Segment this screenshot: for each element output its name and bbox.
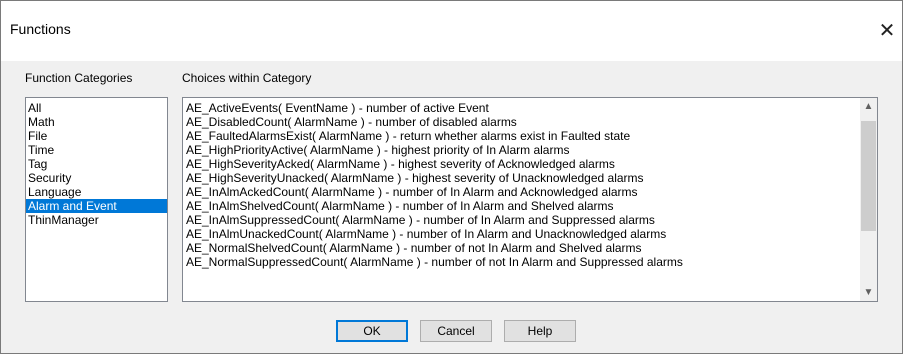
dialog-title: Functions [10, 21, 71, 37]
scrollbar-thumb[interactable] [861, 121, 876, 231]
choice-item[interactable]: AE_HighPriorityActive( AlarmName ) - hig… [186, 143, 857, 157]
category-item[interactable]: Alarm and Event [26, 199, 167, 213]
choice-item[interactable]: AE_HighSeverityUnacked( AlarmName ) - hi… [186, 171, 857, 185]
title-bar: Functions ✕ [1, 1, 902, 61]
vertical-scrollbar[interactable]: ▲ ▼ [860, 98, 877, 301]
choice-item[interactable]: AE_ActiveEvents( EventName ) - number of… [186, 101, 857, 115]
category-item[interactable]: Time [26, 143, 167, 157]
function-categories-label: Function Categories [25, 71, 133, 85]
choice-item[interactable]: AE_NormalShelvedCount( AlarmName ) - num… [186, 241, 857, 255]
choice-item[interactable]: AE_NormalSuppressedCount( AlarmName ) - … [186, 255, 857, 269]
choice-item[interactable]: AE_HighSeverityAcked( AlarmName ) - high… [186, 157, 857, 171]
close-icon[interactable]: ✕ [872, 15, 902, 45]
cancel-button[interactable]: Cancel [420, 320, 492, 342]
functions-dialog: Functions ✕ Function Categories Choices … [0, 0, 903, 354]
choices-list[interactable]: AE_ActiveEvents( EventName ) - number of… [182, 97, 878, 302]
function-categories-list[interactable]: All Math File Time Tag Security Language Alarm … [25, 97, 168, 302]
category-item[interactable]: Language [26, 185, 167, 199]
scroll-down-icon[interactable]: ▼ [860, 284, 877, 301]
category-item[interactable]: File [26, 129, 167, 143]
choice-item[interactable]: AE_InAlmSuppressedCount( AlarmName ) - n… [186, 213, 857, 227]
choices-label: Choices within Category [182, 71, 312, 85]
category-item[interactable]: ThinManager [26, 213, 167, 227]
category-item[interactable]: Math [26, 115, 167, 129]
ok-button[interactable]: OK [336, 320, 408, 342]
category-item[interactable]: Security [26, 171, 167, 185]
choice-item[interactable]: AE_InAlmAckedCount( AlarmName ) - number… [186, 185, 857, 199]
category-item[interactable]: All [26, 101, 167, 115]
choice-item[interactable]: AE_DisabledCount( AlarmName ) - number o… [186, 115, 857, 129]
help-button[interactable]: Help [504, 320, 576, 342]
category-item[interactable]: Tag [26, 157, 167, 171]
choice-item[interactable]: AE_InAlmShelvedCount( AlarmName ) - numb… [186, 199, 857, 213]
choice-item[interactable]: AE_FaultedAlarmsExist( AlarmName ) - ret… [186, 129, 857, 143]
scroll-up-icon[interactable]: ▲ [860, 98, 877, 115]
choice-item[interactable]: AE_InAlmUnackedCount( AlarmName ) - numb… [186, 227, 857, 241]
